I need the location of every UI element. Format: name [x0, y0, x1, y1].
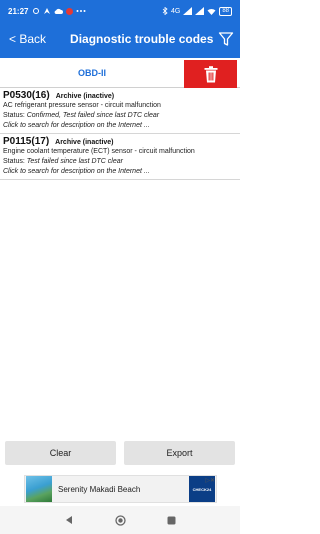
status-right-icons: 4G 88: [162, 6, 232, 16]
nav-recents-icon[interactable]: [167, 516, 176, 525]
back-button[interactable]: < Back: [9, 32, 46, 46]
cloud-status-icon: [55, 8, 64, 14]
dtc-description: AC refrigerant pressure sensor - circuit…: [3, 102, 161, 109]
dtc-item[interactable]: P0530(16) Archive (inactive) AC refriger…: [0, 88, 240, 134]
dtc-status-value: Confirmed, Test failed since last DTC cl…: [26, 112, 160, 119]
dtc-header: P0115(17) Archive (inactive): [3, 136, 237, 147]
status-time: 21:27: [8, 6, 29, 16]
notification-dot-icon: [66, 7, 74, 15]
export-button[interactable]: Export: [124, 441, 235, 465]
status-left-icons: [32, 7, 86, 15]
dtc-code: P0115(17): [3, 136, 50, 147]
settings-status-icon: [33, 8, 40, 14]
more-notifications-icon: [76, 10, 86, 12]
dtc-state: Archive (inactive): [55, 93, 115, 100]
app-bar: < Back Diagnostic trouble codes: [0, 22, 240, 56]
nav-back-icon[interactable]: [64, 515, 74, 525]
wifi-icon: [207, 8, 216, 15]
dtc-list: P0530(16) Archive (inactive) AC refriger…: [0, 88, 240, 180]
ad-banner[interactable]: Serenity Makadi Beach CHECK24 ▷✕: [24, 475, 217, 503]
dtc-state: Archive (inactive): [55, 139, 114, 146]
dtc-search-link[interactable]: Click to search for description on the I…: [3, 167, 237, 177]
ad-image: [26, 476, 52, 502]
dtc-description: Engine coolant temperature (ECT) sensor …: [3, 148, 195, 155]
ad-close-icon[interactable]: ▷✕: [205, 477, 215, 484]
ad-text: Serenity Makadi Beach: [58, 484, 141, 494]
delete-button[interactable]: [184, 60, 237, 88]
dtc-header: P0530(16) Archive (inactive): [3, 90, 237, 101]
dtc-status: Status: Test failed since last DTC clear: [3, 157, 237, 167]
top-bar: 21:27 4G 88 < Back Diagnostic trouble co…: [0, 0, 240, 58]
filter-icon[interactable]: [218, 31, 234, 47]
dtc-status-label: Status:: [3, 112, 27, 119]
dtc-item[interactable]: P0115(17) Archive (inactive) Engine cool…: [0, 134, 240, 180]
network-label: 4G: [170, 7, 181, 15]
clear-button[interactable]: Clear: [5, 441, 116, 465]
dtc-status-value: Test failed since last DTC clear: [26, 158, 123, 165]
dtc-search-link[interactable]: Click to search for description on the I…: [3, 121, 237, 131]
dtc-code: P0530(16): [3, 90, 50, 101]
nav-home-icon[interactable]: [115, 514, 126, 526]
navigation-status-icon: [44, 8, 51, 14]
dtc-status-label: Status:: [3, 158, 27, 165]
signal-icon: [183, 7, 193, 15]
signal-2-icon: [195, 7, 205, 15]
bluetooth-icon: [162, 7, 168, 15]
tab-obd-ii[interactable]: OBD-II: [0, 58, 184, 88]
tab-row: OBD-II: [0, 58, 240, 88]
trash-icon: [204, 65, 217, 82]
page-title: Diagnostic trouble codes: [70, 32, 214, 46]
system-nav-bar: [0, 506, 240, 534]
battery-indicator: 88: [219, 6, 232, 16]
status-bar: 21:27 4G 88: [0, 0, 240, 22]
dtc-status: Status: Confirmed, Test failed since las…: [3, 111, 237, 121]
